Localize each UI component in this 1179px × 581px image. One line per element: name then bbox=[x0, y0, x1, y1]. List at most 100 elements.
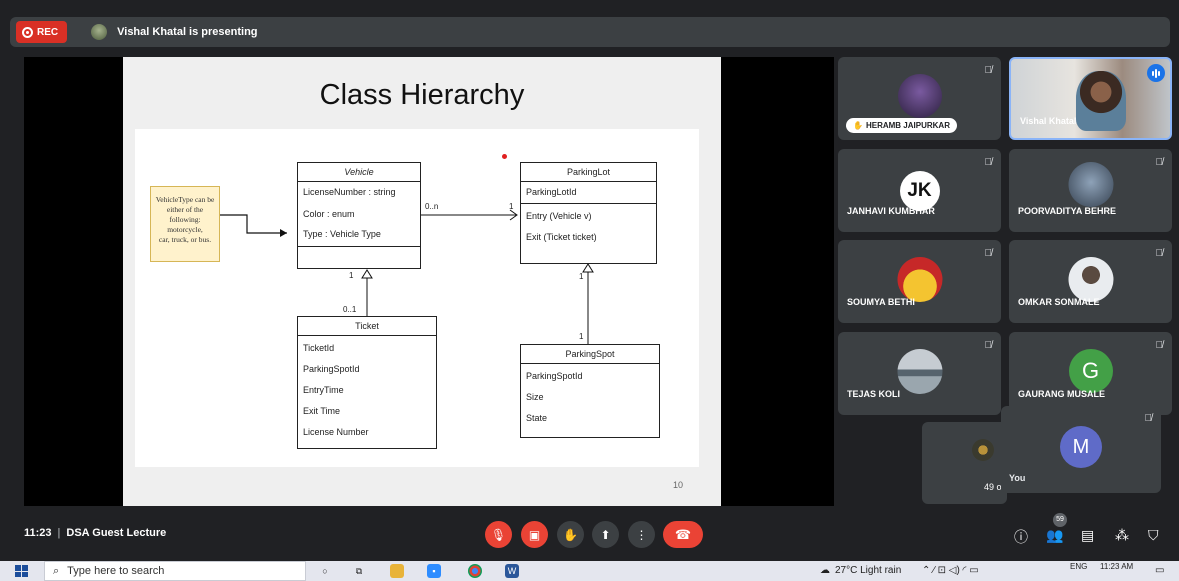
record-icon bbox=[22, 26, 33, 38]
weather-icon: ☁ bbox=[820, 565, 830, 576]
cortana-icon[interactable]: ○ bbox=[318, 564, 332, 578]
zoom-app-icon[interactable]: ▪ bbox=[427, 564, 441, 578]
chat-icon[interactable]: ▤ bbox=[1081, 527, 1094, 544]
avatar bbox=[1068, 257, 1113, 302]
self-avatar: M bbox=[1060, 426, 1102, 468]
activities-icon[interactable]: ⁂ bbox=[1115, 527, 1129, 544]
mic-toggle-button[interactable]: 🎙 bbox=[485, 521, 512, 548]
vehicle-type-note: VehicleType can be either of the followi… bbox=[150, 186, 220, 262]
participant-name: OMKAR SONMALE bbox=[1018, 297, 1100, 307]
attribute: LicenseNumber : string bbox=[303, 187, 396, 197]
participant-name: HERAMB JAIPURKAR bbox=[865, 121, 950, 130]
participant-name: TEJAS KOLI bbox=[847, 389, 901, 399]
end-call-button[interactable]: ☎ bbox=[663, 521, 703, 548]
method: Exit (Ticket ticket) bbox=[526, 232, 597, 242]
participant-tile-poorvaditya[interactable]: 🎙̸ POORVADITYA BEHRE bbox=[1009, 149, 1172, 232]
method: Entry (Vehicle v) bbox=[526, 211, 592, 221]
laser-pointer bbox=[502, 154, 507, 159]
presentation-stage: Class Hierarchy VehicleType can be eithe… bbox=[24, 57, 834, 506]
multiplicity-label: 1 bbox=[509, 202, 514, 211]
ticket-class: Ticket TicketId ParkingSpotId EntryTime … bbox=[297, 316, 437, 449]
taskbar-clock[interactable]: 11:23 AM bbox=[1100, 562, 1133, 571]
avatar: JK bbox=[899, 171, 940, 211]
participant-tile-omkar[interactable]: 🎙̸ OMKAR SONMALE bbox=[1009, 240, 1172, 323]
ticket-class-name: Ticket bbox=[298, 317, 436, 336]
more-options-button[interactable]: ⋮ bbox=[628, 521, 655, 548]
vehicle-attributes: LicenseNumber : string Color : enum Type… bbox=[298, 182, 420, 247]
class-diagram: VehicleType can be either of the followi… bbox=[135, 129, 699, 467]
camera-toggle-button[interactable]: ▣ bbox=[521, 521, 548, 548]
self-tile[interactable]: 🎙̸ M You bbox=[1001, 406, 1161, 493]
separator: | bbox=[57, 527, 61, 539]
meeting-controls: 11:23 | DSA Guest Lecture 🎙 ▣ ✋ ⬆ ⋮ ☎ ⓘ 👥 … bbox=[0, 513, 1179, 553]
participant-tile-tejas[interactable]: 🎙̸ TEJAS KOLI bbox=[838, 332, 1001, 415]
speaking-indicator-icon bbox=[1147, 64, 1165, 82]
multiplicity-label: 0..1 bbox=[343, 305, 357, 314]
vehicle-methods bbox=[298, 247, 420, 251]
tray-icons[interactable]: ⌃ ∕ ⊡ ◁) ◜ ▭ bbox=[922, 565, 979, 576]
note-line: VehicleType can be bbox=[155, 195, 215, 204]
participant-tile-gaurang[interactable]: 🎙̸ G GAURANG MUSALE bbox=[1009, 332, 1172, 415]
word-icon[interactable]: W bbox=[505, 564, 519, 578]
avatar bbox=[972, 439, 994, 461]
raise-hand-button[interactable]: ✋ bbox=[557, 521, 584, 548]
participant-tile-vishal[interactable]: Vishal Khatal bbox=[1009, 57, 1172, 140]
participant-video bbox=[1076, 71, 1126, 131]
vehicle-class: Vehicle LicenseNumber : string Color : e… bbox=[297, 162, 421, 269]
parking-lot-attributes: ParkingLotId bbox=[521, 182, 656, 204]
multiplicity-label: 1 bbox=[579, 332, 584, 341]
slide: Class Hierarchy VehicleType can be eithe… bbox=[123, 57, 721, 506]
file-explorer-icon[interactable] bbox=[390, 564, 404, 578]
task-view-icon[interactable]: ⧉ bbox=[352, 564, 366, 578]
language-indicator[interactable]: ENG bbox=[1070, 562, 1087, 571]
attribute: Type : Vehicle Type bbox=[303, 229, 381, 239]
multiplicity-label: 0..n bbox=[425, 202, 439, 211]
attribute: ParkingLotId bbox=[526, 187, 577, 197]
hand-raised-name-chip: ✋ HERAMB JAIPURKAR bbox=[846, 118, 957, 133]
participant-tile-janhavi[interactable]: 🎙̸ JK JANHAVI KUMBHAR bbox=[838, 149, 1001, 232]
avatar bbox=[897, 349, 942, 394]
parking-spot-class: ParkingSpot ParkingSpotId Size State bbox=[520, 344, 660, 438]
host-controls-icon[interactable]: ⛉ bbox=[1148, 527, 1159, 544]
ticket-attributes: TicketId ParkingSpotId EntryTime Exit Ti… bbox=[298, 336, 436, 445]
notifications-icon[interactable]: ▭ bbox=[1155, 565, 1164, 576]
mic-off-icon: 🎙̸ bbox=[1155, 340, 1164, 351]
search-icon: ⌕ bbox=[53, 564, 60, 577]
recording-badge: REC bbox=[16, 21, 68, 43]
participant-name: SOUMYA BETHI bbox=[847, 297, 915, 307]
participant-name: POORVADITYA BEHRE bbox=[1018, 206, 1117, 216]
mic-off-icon: 🎙̸ bbox=[1144, 413, 1153, 424]
attribute: License Number bbox=[303, 427, 369, 437]
others-tile[interactable]: 49 o bbox=[922, 422, 1007, 504]
note-line: car, truck, or bus. bbox=[158, 235, 212, 244]
meeting-details-icon[interactable]: ⓘ bbox=[1014, 527, 1028, 547]
windows-start-icon[interactable] bbox=[15, 565, 28, 577]
taskbar-search[interactable]: ⌕ Type here to search bbox=[44, 561, 306, 581]
multiplicity-label: 1 bbox=[579, 272, 584, 281]
hand-raised-icon: ✋ bbox=[853, 121, 863, 130]
search-placeholder: Type here to search bbox=[67, 565, 165, 577]
attribute: Exit Time bbox=[303, 406, 341, 416]
avatar bbox=[897, 74, 942, 118]
mic-off-icon: 🎙̸ bbox=[984, 248, 993, 259]
present-button[interactable]: ⬆ bbox=[592, 521, 619, 548]
people-icon[interactable]: 👥 bbox=[1046, 527, 1063, 544]
mic-off-icon: 🎙̸ bbox=[984, 65, 993, 76]
mic-off-icon: 🎙̸ bbox=[984, 340, 993, 351]
self-name: You bbox=[1009, 473, 1026, 483]
rec-label: REC bbox=[37, 26, 59, 38]
mic-off-icon: 🎙̸ bbox=[1155, 157, 1164, 168]
vehicle-class-name: Vehicle bbox=[298, 163, 420, 182]
meeting-title: DSA Guest Lecture bbox=[66, 527, 167, 539]
mic-off-icon: 🎙̸ bbox=[984, 157, 993, 168]
participant-tile-heramb[interactable]: 🎙̸ ✋ HERAMB JAIPURKAR bbox=[838, 57, 1001, 140]
weather-text[interactable]: 27°C Light rain bbox=[835, 565, 901, 576]
attribute: ParkingSpotId bbox=[303, 364, 360, 374]
participant-tile-soumya[interactable]: 🎙̸ SOUMYA BETHI bbox=[838, 240, 1001, 323]
avatar bbox=[1068, 162, 1113, 207]
chrome-icon[interactable] bbox=[468, 564, 482, 578]
attribute: ParkingSpotId bbox=[526, 371, 583, 381]
presentation-banner: REC Vishal Khatal is presenting bbox=[10, 17, 1170, 47]
meeting-info: 11:23 | DSA Guest Lecture bbox=[24, 527, 166, 539]
participant-name: Vishal Khatal bbox=[1020, 116, 1077, 126]
